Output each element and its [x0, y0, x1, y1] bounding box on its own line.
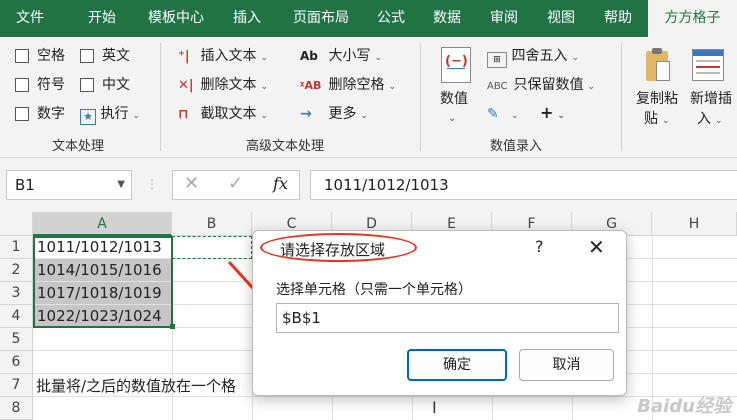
- dialog-title: 请选择存放区域: [280, 241, 386, 259]
- text-cursor-icon: I: [432, 398, 437, 417]
- range-label: 选择单元格（只需一个单元格）: [276, 282, 472, 298]
- range-input[interactable]: $B$1: [276, 303, 619, 333]
- close-icon[interactable]: ✕: [588, 235, 605, 259]
- ok-button[interactable]: 确定: [407, 349, 507, 381]
- excel-window: 文件 开始 模板中心 插入 页面布局 公式 数据 审阅 视图 帮助 方方格子 空…: [0, 0, 737, 420]
- help-icon[interactable]: ?: [535, 237, 544, 256]
- select-range-dialog: 请选择存放区域 ? ✕ 选择单元格（只需一个单元格） $B$1 确定 取消: [252, 230, 627, 396]
- cancel-button[interactable]: 取消: [519, 349, 614, 381]
- watermark: Baidu经验: [637, 396, 731, 417]
